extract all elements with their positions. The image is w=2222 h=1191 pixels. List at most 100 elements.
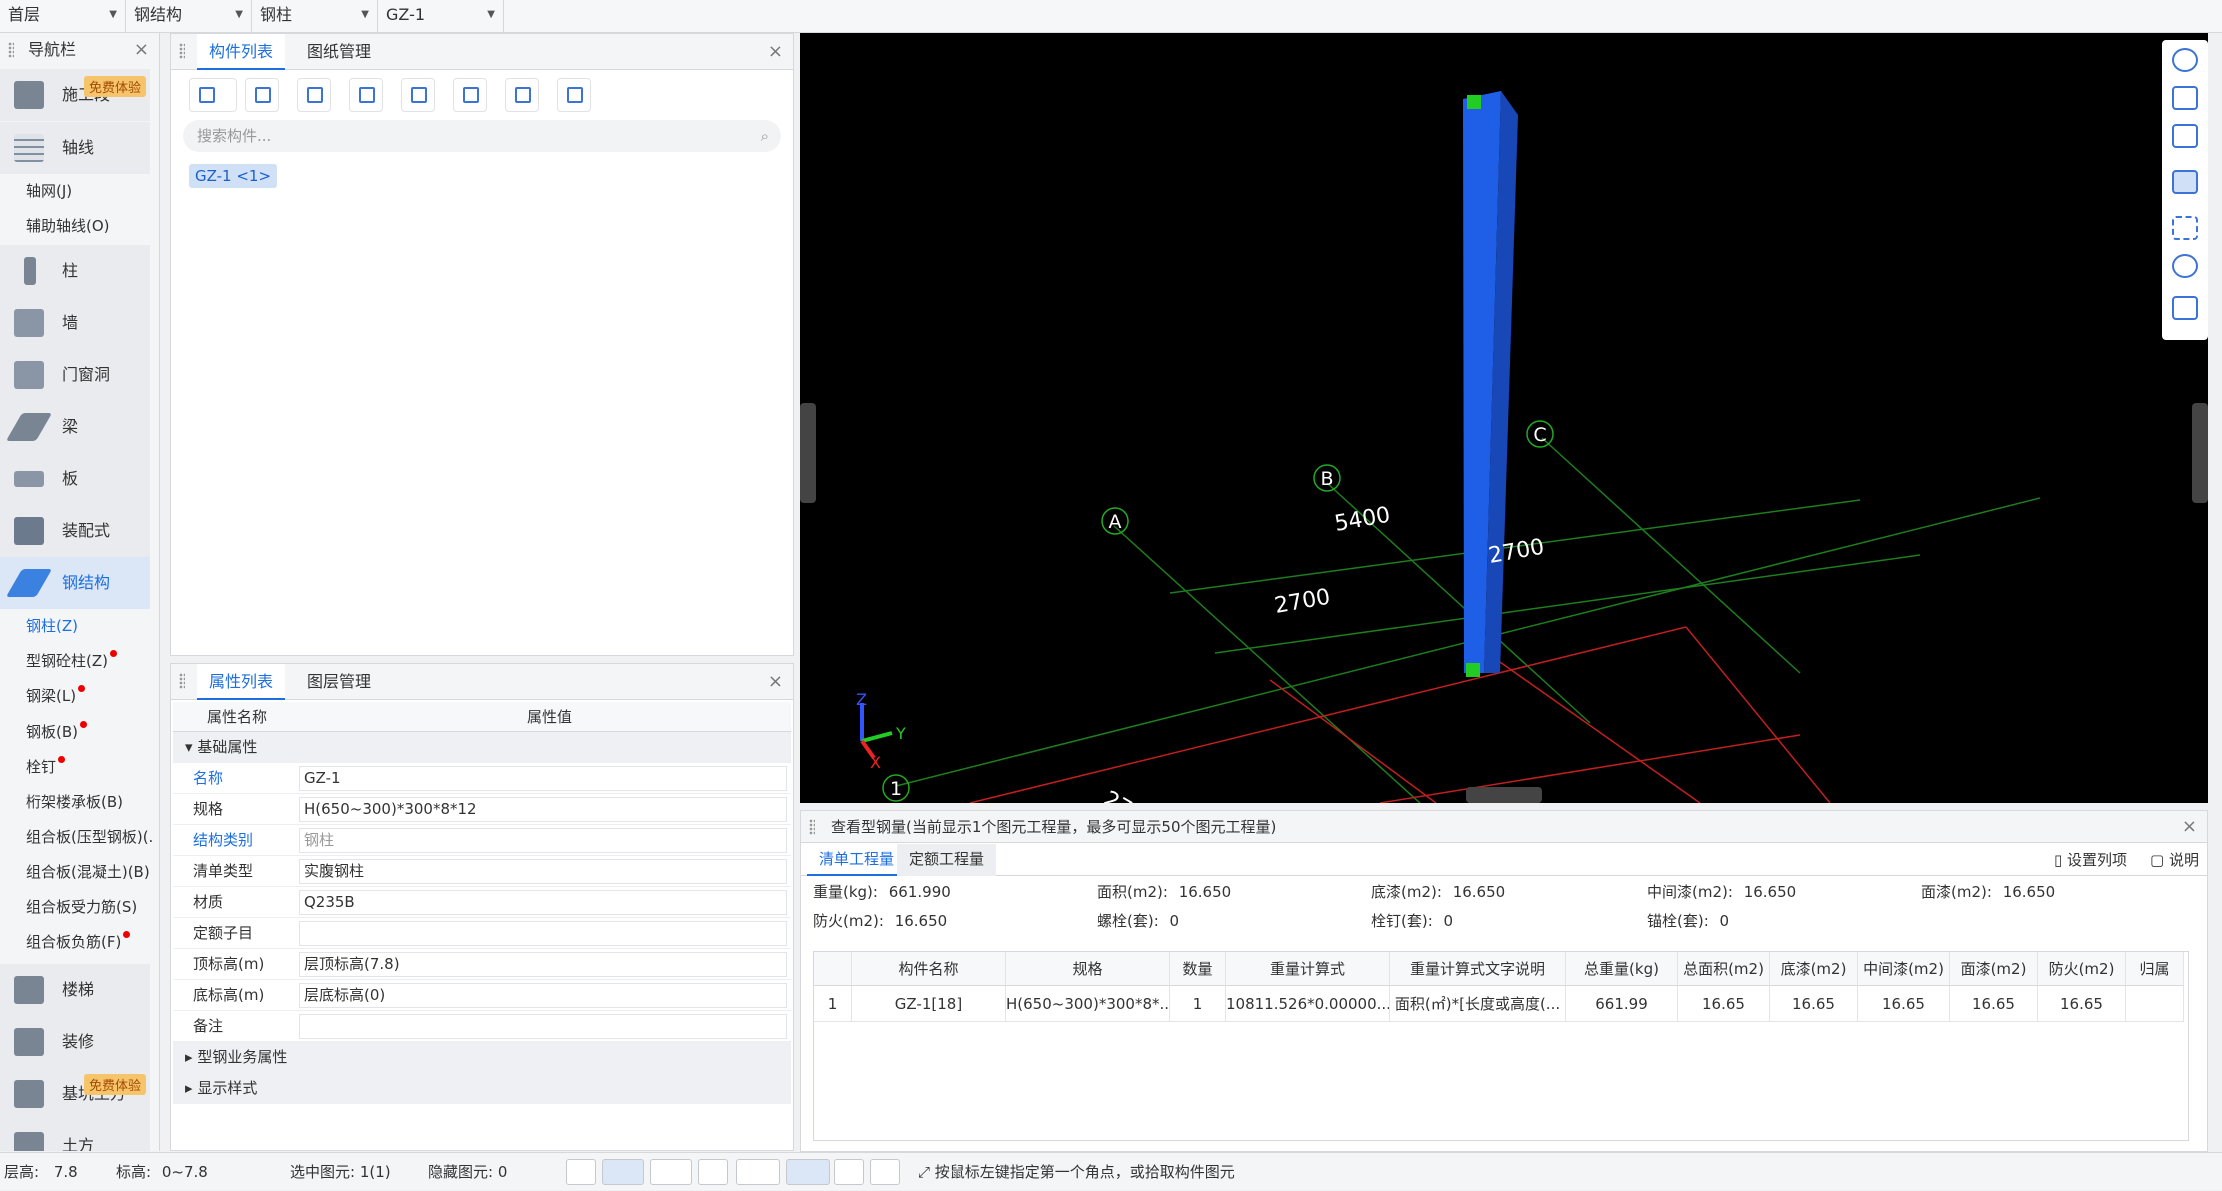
- table-cell[interactable]: 16.65: [2038, 986, 2126, 1022]
- property-value[interactable]: 层顶标高(7.8): [299, 952, 787, 977]
- left-collapse-handle[interactable]: [800, 403, 816, 503]
- fit-view-icon[interactable]: [2172, 216, 2198, 240]
- nav-item-finish[interactable]: 装修: [0, 1016, 150, 1068]
- drag-handle-icon[interactable]: [179, 673, 185, 689]
- category-select[interactable]: 钢结构 ▼: [126, 0, 252, 32]
- sub-truss-deck[interactable]: 桁架楼承板(B): [26, 791, 123, 813]
- column-header[interactable]: 构件名称: [852, 952, 1006, 986]
- table-cell[interactable]: 16.65: [1678, 986, 1770, 1022]
- tab-quota-quantity[interactable]: 定额工程量: [897, 844, 997, 876]
- set-columns-button[interactable]: ▯ 设置列项: [2054, 844, 2127, 876]
- table-cell[interactable]: 面积(㎡)*[长度或高度(...: [1390, 986, 1566, 1022]
- layer-button[interactable]: [834, 1159, 864, 1185]
- export-button[interactable]: [453, 78, 487, 112]
- search-input[interactable]: 搜索构件... ⌕: [183, 120, 781, 152]
- close-icon[interactable]: ×: [2182, 811, 2197, 843]
- table-cell[interactable]: 661.99: [1566, 986, 1678, 1022]
- viewport-canvas[interactable]: A B C 1 5400 2700 2700 27 Z Y X: [800, 33, 2208, 822]
- nav-item-prefab[interactable]: 装配式: [0, 505, 150, 557]
- sub-composite-rebar[interactable]: 组合板受力筋(S): [26, 896, 137, 918]
- close-icon[interactable]: ×: [134, 33, 149, 67]
- drag-handle-icon[interactable]: [809, 819, 815, 835]
- column-header[interactable]: 规格: [1006, 952, 1170, 986]
- group-biz[interactable]: ▸ 型钢业务属性: [173, 1042, 791, 1073]
- tab-property-list[interactable]: 属性列表: [197, 664, 286, 700]
- component-select[interactable]: GZ-1 ▼: [378, 0, 504, 32]
- grip-bottom[interactable]: [1466, 663, 1480, 677]
- view-cube-button[interactable]: [650, 1159, 692, 1185]
- duplicate-button[interactable]: [349, 78, 383, 112]
- column-header[interactable]: 面漆(m2): [1950, 952, 2038, 986]
- nav-item-steel[interactable]: 钢结构: [0, 557, 150, 609]
- nav-item-axis[interactable]: 轴线: [0, 122, 150, 174]
- table-cell[interactable]: 16.65: [1858, 986, 1950, 1022]
- angle-button[interactable]: [736, 1159, 780, 1185]
- column-header[interactable]: 数量: [1170, 952, 1226, 986]
- 3d-box-icon[interactable]: [2172, 124, 2198, 148]
- type-select[interactable]: 钢柱 ▼: [252, 0, 378, 32]
- component-chip[interactable]: GZ-1 <1>: [189, 164, 278, 188]
- column-header[interactable]: 重量计算式文字说明: [1390, 952, 1566, 986]
- sub-src-column[interactable]: 型钢砼柱(Z): [26, 650, 117, 672]
- property-value[interactable]: [299, 1014, 787, 1039]
- property-value[interactable]: [299, 921, 787, 946]
- drag-handle-icon[interactable]: [179, 43, 185, 59]
- nav-item-wall[interactable]: 墙: [0, 297, 150, 349]
- help-button[interactable]: ▢ 说明: [2150, 844, 2199, 876]
- table-cell[interactable]: [2126, 986, 2184, 1022]
- nav-item-slab[interactable]: 板: [0, 453, 150, 505]
- close-icon[interactable]: ×: [768, 664, 783, 700]
- orbit-icon[interactable]: [2172, 48, 2198, 72]
- property-value[interactable]: H(650~300)*300*8*12: [299, 797, 787, 822]
- sub-steel-plate[interactable]: 钢板(B): [26, 721, 87, 743]
- curve-button[interactable]: [870, 1159, 900, 1185]
- sub-steel-column[interactable]: 钢柱(Z): [26, 615, 78, 637]
- table-cell[interactable]: 10811.526*0.00000...: [1226, 986, 1390, 1022]
- cross-button[interactable]: [698, 1159, 728, 1185]
- tab-component-list[interactable]: 构件列表: [197, 34, 286, 70]
- delete-button[interactable]: [297, 78, 331, 112]
- tab-drawing-mgmt[interactable]: 图纸管理: [295, 34, 383, 70]
- table-cell[interactable]: GZ-1[18]: [852, 986, 1006, 1022]
- column-header[interactable]: 总面积(m2): [1678, 952, 1770, 986]
- nav-item-stairs[interactable]: 楼梯: [0, 964, 150, 1016]
- select-mode-button[interactable]: [602, 1159, 644, 1185]
- ortho-button[interactable]: [566, 1159, 596, 1185]
- drag-handle-icon[interactable]: [8, 42, 14, 58]
- column-header[interactable]: [814, 952, 852, 986]
- grip-top[interactable]: [1467, 95, 1481, 109]
- table-cell[interactable]: 16.65: [1950, 986, 2038, 1022]
- floor-copy-button[interactable]: [401, 78, 435, 112]
- column-header[interactable]: 总重量(kg): [1566, 952, 1678, 986]
- column-header[interactable]: 底漆(m2): [1770, 952, 1858, 986]
- sub-composite-deck[interactable]: 组合板(压型钢板)(.: [26, 826, 156, 848]
- column-header[interactable]: 重量计算式: [1226, 952, 1390, 986]
- property-value[interactable]: 层底标高(0): [299, 983, 787, 1008]
- column-header[interactable]: 防火(m2): [2038, 952, 2126, 986]
- dynamic-view-icon[interactable]: [2172, 254, 2198, 278]
- close-icon[interactable]: ×: [768, 34, 783, 70]
- tab-layer-mgmt[interactable]: 图层管理: [295, 664, 383, 700]
- property-value[interactable]: 钢柱: [299, 828, 787, 853]
- table-cell[interactable]: 1: [814, 986, 852, 1022]
- sub-axis-grid[interactable]: 轴网(J): [26, 180, 72, 202]
- table-cell[interactable]: H(650~300)*300*8*...: [1006, 986, 1170, 1022]
- 2d-view-icon[interactable]: [2172, 86, 2198, 110]
- bottom-collapse-handle[interactable]: [1466, 787, 1542, 803]
- snap-button[interactable]: [786, 1159, 830, 1185]
- 3d-viewport[interactable]: A B C 1 5400 2700 2700 27 Z Y X: [800, 33, 2208, 822]
- table-cell[interactable]: 1: [1170, 986, 1226, 1022]
- right-collapse-handle[interactable]: [2192, 403, 2208, 503]
- floor-select[interactable]: 首层 ▼: [0, 0, 126, 32]
- copy-button[interactable]: [245, 78, 279, 112]
- sub-composite-neg-rebar[interactable]: 组合板负筋(F): [26, 931, 131, 953]
- column-header[interactable]: 中间漆(m2): [1858, 952, 1950, 986]
- nav-item-beam[interactable]: 梁: [0, 401, 150, 453]
- sub-composite-concrete[interactable]: 组合板(混凝土)(B): [26, 861, 150, 883]
- sub-stud[interactable]: 栓钉: [26, 756, 66, 778]
- filter-button[interactable]: [557, 78, 591, 112]
- property-value[interactable]: Q235B: [299, 890, 787, 915]
- nav-item-column[interactable]: 柱: [0, 245, 150, 297]
- table-cell[interactable]: 16.65: [1770, 986, 1858, 1022]
- new-button[interactable]: [189, 78, 237, 112]
